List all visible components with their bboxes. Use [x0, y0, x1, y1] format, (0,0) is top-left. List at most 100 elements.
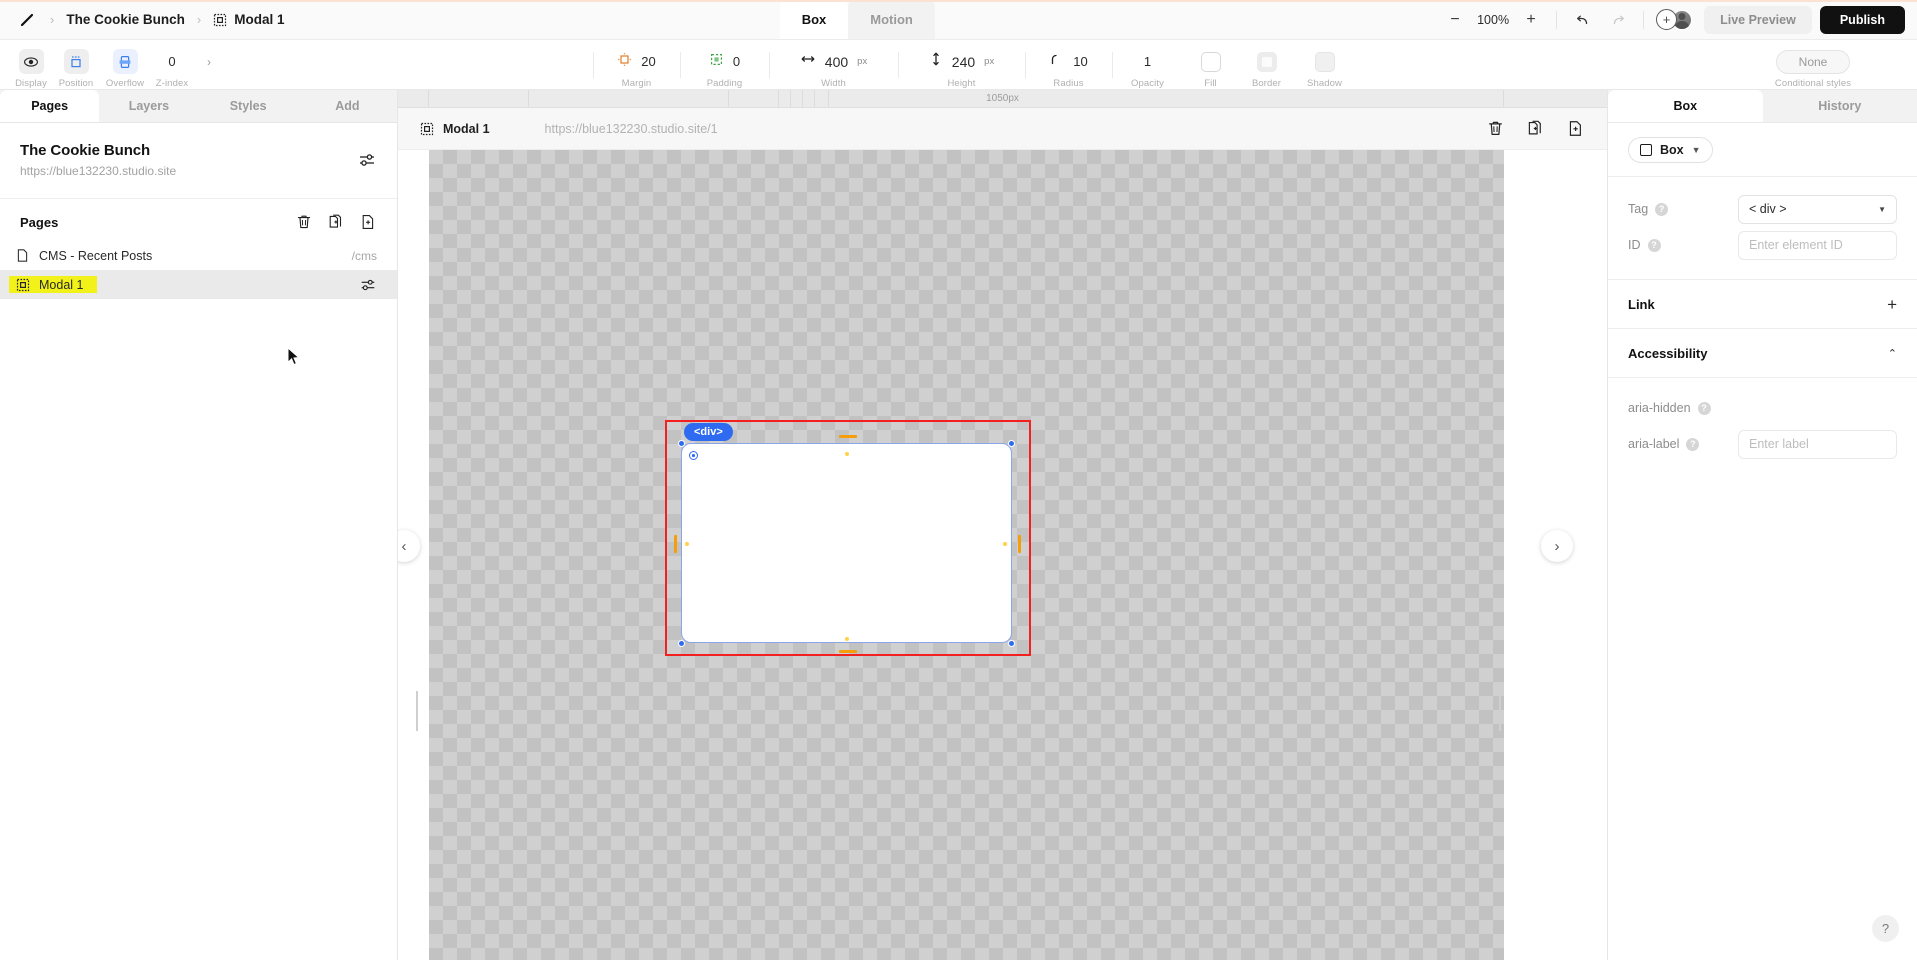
sliders-icon[interactable] — [357, 150, 377, 170]
element-type-row: Box ▼ — [1608, 123, 1917, 177]
height-value[interactable]: 240 — [952, 54, 975, 70]
prop-border[interactable]: Border — [1239, 40, 1295, 90]
prop-position[interactable]: Position — [52, 40, 100, 90]
resize-handle-tl[interactable] — [678, 440, 685, 447]
prop-height[interactable]: 240 px Height — [899, 40, 1025, 90]
midpoint-dot-left[interactable] — [685, 542, 689, 546]
toolbar-expand[interactable]: › — [194, 40, 224, 90]
help-icon[interactable]: ? — [1648, 239, 1661, 252]
prop-label: Fill — [1204, 78, 1217, 89]
zoom-out-icon[interactable]: − — [1444, 9, 1466, 31]
opacity-value[interactable]: 1 — [1144, 54, 1151, 69]
prop-label: Conditional styles — [1775, 78, 1851, 89]
breadcrumb-site[interactable]: The Cookie Bunch — [66, 12, 185, 27]
tab-box-inspector[interactable]: Box — [1608, 90, 1763, 122]
resize-handle-br[interactable] — [1008, 640, 1015, 647]
position-icon[interactable] — [64, 49, 89, 74]
eye-icon[interactable] — [19, 49, 44, 74]
z-index-value[interactable]: 0 — [168, 54, 175, 69]
prop-padding[interactable]: 0 Padding — [681, 40, 769, 90]
corner-radius-handle[interactable] — [689, 451, 698, 460]
element-type-chip[interactable]: Box ▼ — [1628, 137, 1713, 163]
live-preview-button[interactable]: Live Preview — [1704, 6, 1812, 34]
pencil-icon[interactable] — [16, 9, 38, 31]
page-settings-icon[interactable] — [359, 276, 377, 294]
redo-icon[interactable] — [1607, 9, 1629, 31]
margin-value[interactable]: 20 — [641, 54, 655, 69]
prop-radius[interactable]: 10 Radius — [1026, 40, 1112, 90]
chevron-down-icon[interactable]: ▼ — [1692, 145, 1701, 155]
tab-layers[interactable]: Layers — [99, 90, 198, 122]
prop-shadow[interactable]: Shadow — [1295, 40, 1355, 90]
tag-badge[interactable]: <div> — [684, 423, 733, 441]
help-button[interactable]: ? — [1872, 915, 1899, 942]
shadow-swatch[interactable] — [1315, 52, 1335, 72]
midpoint-dot-right[interactable] — [1003, 542, 1007, 546]
prop-conditional-styles[interactable]: None Conditional styles — [1723, 40, 1903, 90]
list-item[interactable]: CMS - Recent Posts /cms — [0, 241, 397, 270]
border-swatch[interactable] — [1257, 52, 1277, 72]
field-id: ID ? — [1628, 227, 1897, 263]
tag-select[interactable]: < div > ▼ — [1738, 195, 1897, 224]
trash-icon[interactable] — [1486, 119, 1505, 138]
accessibility-section-header[interactable]: Accessibility ⌃ — [1608, 329, 1917, 378]
help-icon[interactable]: ? — [1698, 402, 1711, 415]
add-page-icon[interactable] — [1566, 119, 1585, 138]
margin-handle-left[interactable] — [674, 535, 677, 553]
tab-box[interactable]: Box — [780, 0, 849, 39]
selected-element-box[interactable] — [681, 443, 1012, 643]
help-icon[interactable]: ? — [1686, 438, 1699, 451]
artboard-actions — [1486, 119, 1585, 138]
tab-motion[interactable]: Motion — [848, 0, 935, 39]
prop-opacity[interactable]: 1 Opacity — [1113, 40, 1183, 90]
invite-member-icon[interactable]: + — [1656, 9, 1677, 30]
margin-handle-right[interactable] — [1018, 535, 1021, 553]
chevron-up-icon[interactable]: ⌃ — [1888, 347, 1897, 360]
resize-handle-bl[interactable] — [678, 640, 685, 647]
site-url[interactable]: https://blue132230.studio.site — [20, 164, 377, 178]
canvas-stage[interactable]: ‹ › <div> — [398, 150, 1607, 960]
add-link-icon[interactable]: + — [1887, 296, 1897, 313]
chevron-right-icon[interactable]: › — [207, 55, 211, 69]
help-icon[interactable]: ? — [1655, 203, 1668, 216]
margin-handle-top[interactable] — [839, 435, 857, 438]
prop-width[interactable]: 400 px Width — [770, 40, 898, 90]
tag-label-group: Tag ? — [1628, 202, 1738, 216]
prop-display[interactable]: Display — [10, 40, 52, 90]
radius-value[interactable]: 10 — [1073, 54, 1087, 69]
duplicate-page-icon[interactable] — [327, 213, 345, 231]
aria-label-input[interactable] — [1738, 430, 1897, 459]
tab-pages[interactable]: Pages — [0, 90, 99, 122]
list-item[interactable]: Modal 1 — [0, 270, 397, 299]
undo-icon[interactable] — [1571, 9, 1593, 31]
zoom-in-icon[interactable]: + — [1520, 9, 1542, 31]
tab-styles[interactable]: Styles — [199, 90, 298, 122]
width-value[interactable]: 400 — [825, 54, 848, 70]
padding-value[interactable]: 0 — [733, 54, 740, 69]
prop-z-index[interactable]: 0 Z-index — [150, 40, 194, 90]
publish-button[interactable]: Publish — [1820, 6, 1905, 34]
tab-add[interactable]: Add — [298, 90, 397, 122]
element-id-input[interactable] — [1738, 231, 1897, 260]
fill-swatch[interactable] — [1201, 52, 1221, 72]
midpoint-dot-bottom[interactable] — [845, 637, 849, 641]
prop-margin[interactable]: 20 Margin — [594, 40, 680, 90]
tab-history[interactable]: History — [1763, 90, 1917, 122]
width-arrow-icon — [800, 52, 816, 71]
resize-handle-tr[interactable] — [1008, 440, 1015, 447]
breadcrumb-page[interactable]: Modal 1 — [213, 12, 284, 27]
duplicate-page-icon[interactable] — [1526, 119, 1545, 138]
prev-artboard-button[interactable]: ‹ — [398, 530, 420, 562]
trash-icon[interactable] — [295, 213, 313, 231]
prop-overflow[interactable]: Overflow — [100, 40, 150, 90]
add-page-icon[interactable] — [359, 213, 377, 231]
conditional-styles-value[interactable]: None — [1776, 50, 1851, 74]
canvas-ruler[interactable]: 1050px — [398, 90, 1607, 108]
margin-handle-bottom[interactable] — [839, 650, 857, 653]
midpoint-dot-top[interactable] — [845, 452, 849, 456]
artboard-title[interactable]: Modal 1 — [443, 122, 490, 136]
next-artboard-button[interactable]: › — [1541, 530, 1573, 562]
prop-fill[interactable]: Fill — [1183, 40, 1239, 90]
overflow-icon[interactable] — [113, 49, 138, 74]
artboard-url[interactable]: https://blue132230.studio.site/1 — [545, 122, 718, 136]
